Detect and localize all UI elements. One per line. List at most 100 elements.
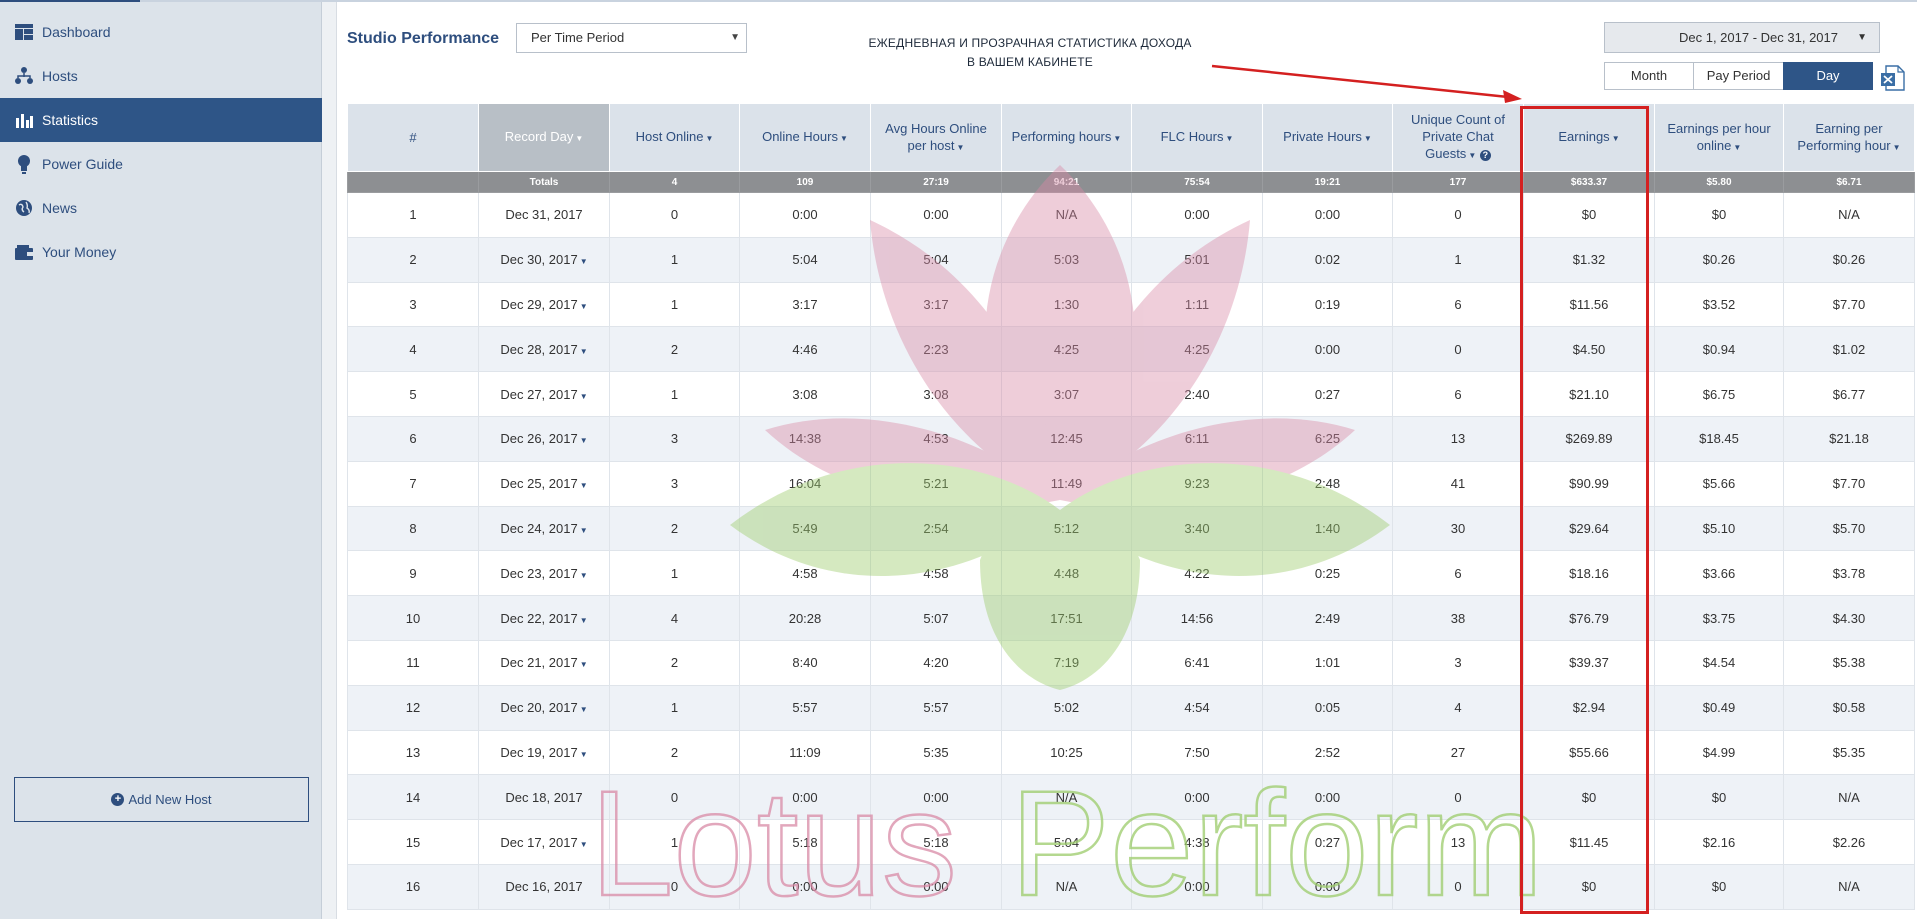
cell-value: $269.89 (1565, 431, 1613, 447)
cell-record-day[interactable]: Dec 24, 2017 ▼ (478, 505, 610, 552)
cell-value: $4.54 (1702, 655, 1736, 671)
cell-earning-per-performing-hour: $0.26 (1783, 236, 1915, 283)
chevron-down-icon[interactable]: ▼ (580, 705, 588, 714)
column-header-earnings-per-hour-online[interactable]: Earnings per hour online ▼ (1654, 103, 1784, 172)
cell-record-day[interactable]: Dec 22, 2017 ▼ (478, 595, 610, 641)
cell-value: 11:49 (1050, 476, 1083, 492)
cell-value: 5:04 (923, 252, 949, 268)
cell-value: $4.50 (1572, 341, 1606, 357)
cell-earnings: $0 (1523, 863, 1655, 910)
cell-value: 2 (670, 341, 679, 357)
cell-record-day[interactable]: Dec 20, 2017 ▼ (478, 684, 610, 731)
plus-circle-icon: + (111, 793, 125, 806)
cell-value: 6 (409, 431, 417, 447)
granularity-pay-period-button[interactable]: Pay Period (1693, 62, 1784, 90)
cell-record-day[interactable]: Dec 29, 2017 ▼ (478, 281, 610, 328)
cell-unique-private-guests: 4 (1392, 684, 1524, 731)
chevron-down-icon[interactable]: ▼ (580, 526, 588, 535)
cell-record-day[interactable]: Dec 25, 2017 ▼ (478, 460, 610, 507)
cell-host-online: 0 (609, 774, 740, 821)
cell-earning-per-performing-hour: N/A (1783, 863, 1915, 910)
chevron-down-icon[interactable]: ▼ (580, 616, 588, 625)
chevron-down-icon[interactable]: ▼ (580, 840, 588, 849)
cell-value: 13 (1450, 431, 1466, 447)
cell-record-day[interactable]: Dec 30, 2017 ▼ (478, 236, 610, 283)
cell-avg-hours-online: 3:17 (870, 281, 1002, 328)
sidebar-item-statistics[interactable]: Statistics (0, 98, 322, 142)
sidebar-item-dashboard[interactable]: Dashboard (0, 10, 322, 54)
column-header-earnings[interactable]: Earnings ▼ (1523, 103, 1655, 172)
column-header-label: Earnings (1558, 129, 1610, 144)
cell-flc-hours: 3:40 (1131, 505, 1263, 552)
column-header-avg-hours-online[interactable]: Avg Hours Online per host ▼ (870, 103, 1002, 172)
date-range-picker[interactable]: Dec 1, 2017 - Dec 31, 2017 ▼ (1604, 22, 1880, 53)
cell-value: 1 (670, 700, 679, 716)
cell-value: 5:04 (792, 252, 818, 268)
cell-record-day[interactable]: Dec 21, 2017 ▼ (478, 639, 610, 686)
cell-performing-hours: N/A (1001, 192, 1132, 238)
period-select[interactable]: Per Time Period ▼ (516, 23, 747, 53)
add-new-host-button[interactable]: + Add New Host (14, 777, 309, 822)
chevron-down-icon[interactable]: ▼ (580, 436, 588, 445)
cell-earnings: $76.79 (1523, 595, 1655, 641)
cell-value: 14:38 (788, 431, 822, 447)
cell-earning-per-performing-hour: $2.26 (1783, 819, 1915, 865)
column-header-record-day[interactable]: Record Day ▼ (478, 103, 610, 172)
cell-value: 2 (670, 655, 679, 671)
cell-avg-hours-online: 0:00 (870, 863, 1002, 910)
cell-value: 4:38 (1184, 834, 1210, 850)
cell-host-online: 2 (609, 729, 740, 776)
column-header-flc-hours[interactable]: FLC Hours ▼ (1131, 103, 1263, 172)
sidebar-item-hosts[interactable]: Hosts (0, 54, 322, 98)
cell-online-hours: 0:00 (739, 774, 871, 821)
sidebar-item-power-guide[interactable]: Power Guide (0, 142, 322, 186)
chevron-down-icon[interactable]: ▼ (580, 392, 588, 401)
sidebar-item-news[interactable]: News (0, 186, 322, 230)
column-header-online-hours[interactable]: Online Hours ▼ (739, 103, 871, 172)
excel-export-icon[interactable] (1880, 64, 1906, 92)
annotation-line-1: ЕЖЕДНЕВНАЯ И ПРОЗРАЧНАЯ СТАТИСТИКА ДОХОД… (868, 36, 1192, 50)
chevron-down-icon[interactable]: ▼ (580, 481, 588, 490)
cell-index: 13 (347, 729, 479, 776)
sidebar-item-label: Dashboard (42, 24, 111, 40)
chevron-down-icon[interactable]: ▼ (580, 571, 588, 580)
cell-value: 0:19 (1314, 296, 1341, 312)
granularity-month-button[interactable]: Month (1604, 62, 1694, 90)
cell-value: 2 (670, 520, 679, 536)
cell-private-hours: 0:00 (1262, 863, 1393, 910)
cell-record-day[interactable]: Dec 27, 2017 ▼ (478, 371, 610, 417)
cell-earning-per-performing-hour: $5.38 (1783, 639, 1915, 686)
cell-flc-hours: 4:54 (1131, 684, 1263, 731)
cell-avg-hours-online: 3:08 (870, 371, 1002, 417)
column-header-earning-per-performing-hour[interactable]: Earning per Performing hour ▼ (1783, 103, 1915, 172)
cell-record-day[interactable]: Dec 17, 2017 ▼ (478, 819, 610, 865)
cell-record-day: Dec 31, 2017 (478, 192, 610, 238)
sidebar-item-your-money[interactable]: Your Money (0, 230, 322, 274)
cell-record-day[interactable]: Dec 26, 2017 ▼ (478, 415, 610, 462)
chevron-down-icon[interactable]: ▼ (580, 750, 588, 759)
chevron-down-icon[interactable]: ▼ (580, 257, 588, 266)
granularity-day-button[interactable]: Day (1783, 62, 1873, 90)
cell-record-day[interactable]: Dec 23, 2017 ▼ (478, 550, 610, 597)
chevron-down-icon[interactable]: ▼ (580, 660, 588, 669)
column-header-performing-hours[interactable]: Performing hours ▼ (1001, 103, 1132, 172)
cell-flc-hours: 4:22 (1131, 550, 1263, 597)
column-header-private-hours[interactable]: Private Hours ▼ (1262, 103, 1393, 172)
chevron-down-icon[interactable]: ▼ (580, 302, 588, 311)
column-header-host-online[interactable]: Host Online ▼ (609, 103, 740, 172)
column-header-unique-private-guests[interactable]: Unique Count of Private Chat Guests ▼ ? (1392, 103, 1524, 172)
cell-value: Dec 19, 2017 (500, 744, 578, 760)
cell-value: 0:00 (792, 789, 818, 805)
help-question-icon[interactable]: ? (1479, 150, 1491, 161)
cell-value: 15 (405, 834, 421, 850)
cell-record-day[interactable]: Dec 19, 2017 ▼ (478, 729, 610, 776)
chevron-down-icon[interactable]: ▼ (580, 347, 588, 356)
column-header-label: Avg Hours Online per host (885, 120, 987, 153)
cell-private-hours: 1:01 (1262, 639, 1393, 686)
cell-earning-per-performing-hour: $0.58 (1783, 684, 1915, 731)
cell-record-day[interactable]: Dec 28, 2017 ▼ (478, 326, 610, 373)
cell-value: 38 (1450, 610, 1466, 626)
cell-online-hours: 4:46 (739, 326, 871, 373)
add-new-host-label: Add New Host (128, 792, 212, 807)
cell-value: $4.99 (1702, 744, 1736, 760)
